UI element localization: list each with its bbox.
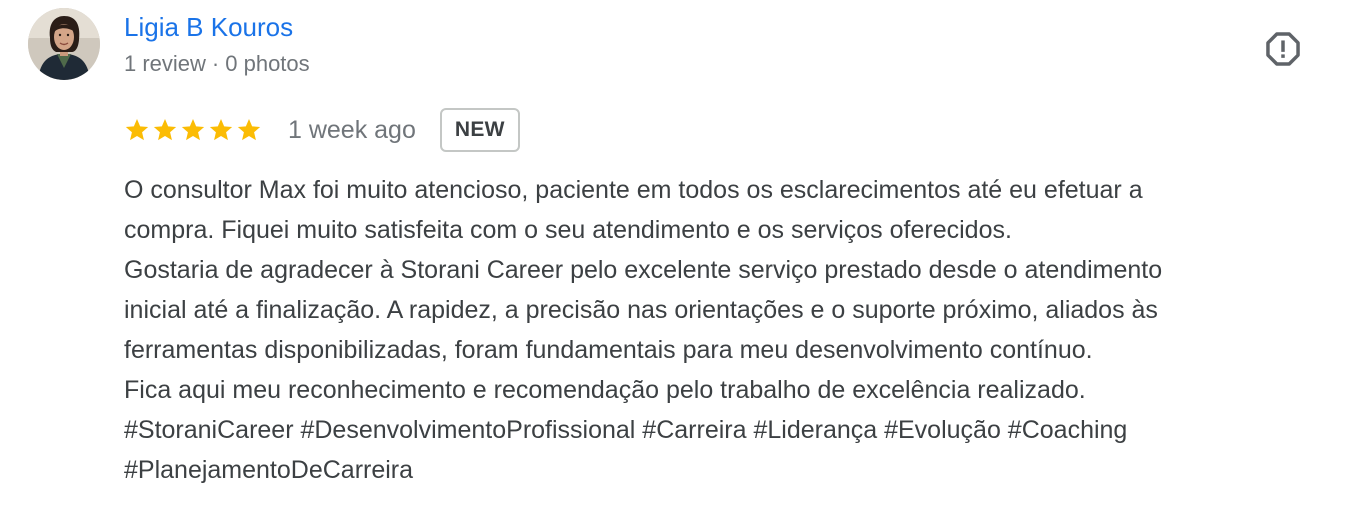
meta-separator: · (211, 51, 220, 76)
star-rating (124, 117, 262, 143)
review-text-line: #StoraniCareer #DesenvolvimentoProfissio… (124, 416, 1128, 444)
star-filled-icon (153, 118, 177, 141)
review-text-line: Gostaria de agradecer à Storani Career p… (124, 256, 1163, 284)
review-card: Ligia B Kouros 1 review · 0 photos 1 week … (0, 0, 1352, 510)
user-avatar-photo (28, 8, 100, 80)
star-filled-icon (181, 118, 205, 141)
reviewer-meta: 1 review · 0 photos (124, 50, 310, 78)
reviewer-avatar[interactable] (28, 8, 100, 80)
photo-count: 0 photos (225, 51, 310, 76)
review-text-line: inicial até a finalização. A rapidez, a … (124, 296, 1158, 324)
review-text-line: O consultor Max foi muito atencioso, pac… (124, 176, 1143, 204)
review-time: 1 week ago (288, 115, 416, 144)
review-text-line: Fica aqui meu reconhecimento e recomenda… (124, 376, 1086, 404)
report-flag-icon (1266, 32, 1300, 66)
rating-row: 1 week ago NEW (124, 106, 520, 154)
review-count: 1 review (124, 51, 206, 76)
star-filled-icon (209, 118, 233, 141)
review-text-line: compra. Fiquei muito satisfeita com o se… (124, 216, 1012, 244)
review-text-line: ferramentas disponibilizadas, foram fund… (124, 336, 1093, 364)
new-badge: NEW (439, 108, 520, 152)
reviewer-name-link[interactable]: Ligia B Kouros (124, 11, 293, 43)
review-text: O consultor Max foi muito atencioso, pac… (124, 170, 1339, 490)
star-filled-icon (237, 118, 261, 141)
review-text-line: #PlanejamentoDeCarreira (124, 456, 414, 484)
report-review-button[interactable] (1262, 28, 1304, 70)
star-filled-icon (125, 118, 149, 141)
